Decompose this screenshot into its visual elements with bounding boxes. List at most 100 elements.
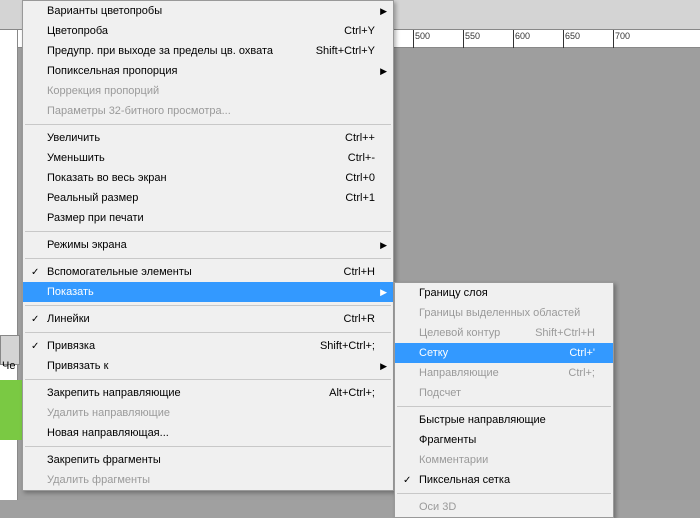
- menu-item-label: Направляющие: [419, 367, 556, 379]
- menu-item[interactable]: Показать во весь экран Ctrl+0: [23, 168, 393, 188]
- menu-item[interactable]: Закрепить направляющие Alt+Ctrl+;: [23, 383, 393, 403]
- menu-item-label: Фрагменты: [419, 434, 595, 446]
- ruler-tick-label: 550: [465, 31, 480, 41]
- ruler-tick: 700: [613, 30, 663, 48]
- ruler-tick-label: 500: [415, 31, 430, 41]
- menu-separator: [25, 379, 391, 380]
- menu-item-label: Реальный размер: [47, 192, 333, 204]
- ruler-tick: 500: [413, 30, 463, 48]
- menu-item-label: Удалить фрагменты: [47, 474, 375, 486]
- menu-item: Коррекция пропорций: [23, 81, 393, 101]
- ruler-tick: 550: [463, 30, 513, 48]
- menu-item[interactable]: Предупр. при выходе за пределы цв. охват…: [23, 41, 393, 61]
- menu-separator: [397, 493, 611, 494]
- menu-item-label: Границы выделенных областей: [419, 307, 595, 319]
- menu-item[interactable]: Режимы экрана ▶: [23, 235, 393, 255]
- menu-item-label: Режимы экрана: [47, 239, 375, 251]
- menu-item[interactable]: Фрагменты: [395, 430, 613, 450]
- menu-shortcut: Ctrl+Y: [344, 25, 375, 37]
- menu-separator: [25, 258, 391, 259]
- menu-item-label: Подсчет: [419, 387, 595, 399]
- menu-item-label: Цветопроба: [47, 25, 332, 37]
- menu-shortcut: Shift+Ctrl+;: [320, 340, 375, 352]
- menu-item[interactable]: Привязать к ▶: [23, 356, 393, 376]
- menu-item-label: Сетку: [419, 347, 557, 359]
- menu-item[interactable]: Цветопроба Ctrl+Y: [23, 21, 393, 41]
- menu-item[interactable]: Новая направляющая...: [23, 423, 393, 443]
- menu-item-label: Комментарии: [419, 454, 595, 466]
- ruler-tick-label: 700: [615, 31, 630, 41]
- menu-separator: [25, 231, 391, 232]
- menu-item-label: Линейки: [47, 313, 332, 325]
- menu-item: Границы выделенных областей: [395, 303, 613, 323]
- menu-item[interactable]: ✓Вспомогательные элементыCtrl+H: [23, 262, 393, 282]
- menu-shortcut: Shift+Ctrl+H: [535, 327, 595, 339]
- menu-shortcut: Ctrl+1: [345, 192, 375, 204]
- menu-item[interactable]: Границу слоя: [395, 283, 613, 303]
- menu-shortcut: Alt+Ctrl+;: [329, 387, 375, 399]
- menu-item-label: Привязать к: [47, 360, 375, 372]
- chevron-right-icon: ▶: [380, 240, 387, 251]
- menu-shortcut: Ctrl++: [345, 132, 375, 144]
- side-label: Че: [2, 360, 15, 372]
- menu-item-label: Оси 3D: [419, 501, 595, 513]
- menu-item[interactable]: Варианты цветопробы ▶: [23, 1, 393, 21]
- menu-item-label: Привязка: [47, 340, 308, 352]
- chevron-right-icon: ▶: [380, 361, 387, 372]
- menu-item: Удалить направляющие: [23, 403, 393, 423]
- show-submenu[interactable]: Границу слоя Границы выделенных областей Ц…: [394, 282, 614, 518]
- menu-item-label: Размер при печати: [47, 212, 375, 224]
- menu-shortcut: Ctrl+R: [344, 313, 375, 325]
- menu-item[interactable]: ✓ Линейки Ctrl+R: [23, 309, 393, 329]
- chevron-right-icon: ▶: [380, 66, 387, 77]
- menu-item-label: Варианты цветопробы: [47, 5, 375, 17]
- check-icon: ✓: [31, 314, 39, 325]
- menu-item-label: Целевой контур: [419, 327, 523, 339]
- menu-item[interactable]: СеткуCtrl+': [395, 343, 613, 363]
- menu-item[interactable]: Увеличить Ctrl++: [23, 128, 393, 148]
- view-menu[interactable]: Варианты цветопробы ▶ Цветопроба Ctrl+Y Пред…: [22, 0, 394, 491]
- menu-separator: [25, 332, 391, 333]
- menu-shortcut: Ctrl+-: [348, 152, 375, 164]
- menu-item[interactable]: Попиксельная пропорция ▶: [23, 61, 393, 81]
- menu-separator: [25, 446, 391, 447]
- menu-item[interactable]: Уменьшить Ctrl+-: [23, 148, 393, 168]
- check-icon: ✓: [31, 267, 39, 278]
- menu-separator: [25, 124, 391, 125]
- chevron-right-icon: ▶: [380, 287, 387, 298]
- menu-shortcut: Ctrl+0: [345, 172, 375, 184]
- menu-item-label: Закрепить фрагменты: [47, 454, 375, 466]
- menu-item-label: Закрепить направляющие: [47, 387, 317, 399]
- menu-item-label: Коррекция пропорций: [47, 85, 375, 97]
- menu-item-label: Увеличить: [47, 132, 333, 144]
- menu-item: Оси 3D: [395, 497, 613, 517]
- menu-item-label: Новая направляющая...: [47, 427, 375, 439]
- check-icon: ✓: [403, 475, 411, 486]
- ruler-tick: 600: [513, 30, 563, 48]
- menu-item-label: Границу слоя: [419, 287, 595, 299]
- check-icon: ✓: [31, 341, 39, 352]
- menu-item[interactable]: ✓ Привязка Shift+Ctrl+;: [23, 336, 393, 356]
- menu-item: Направляющие Ctrl+;: [395, 363, 613, 383]
- menu-item-label: Попиксельная пропорция: [47, 65, 375, 77]
- menu-item-label: Пиксельная сетка: [419, 474, 595, 486]
- menu-item: Удалить фрагменты: [23, 470, 393, 490]
- menu-item: Подсчет: [395, 383, 613, 403]
- menu-item[interactable]: Быстрые направляющие: [395, 410, 613, 430]
- menu-item[interactable]: ✓ Пиксельная сетка: [395, 470, 613, 490]
- menu-item-label: Уменьшить: [47, 152, 336, 164]
- menu-shortcut: Ctrl+;: [568, 367, 595, 379]
- menu-item-label: Параметры 32-битного просмотра...: [47, 105, 375, 117]
- menu-shortcut: Shift+Ctrl+Y: [316, 45, 375, 57]
- menu-separator: [25, 305, 391, 306]
- menu-item[interactable]: Реальный размер Ctrl+1: [23, 188, 393, 208]
- menu-item[interactable]: Закрепить фрагменты: [23, 450, 393, 470]
- ruler-tick-label: 600: [515, 31, 530, 41]
- chevron-right-icon: ▶: [380, 6, 387, 17]
- menu-item[interactable]: Показать ▶: [23, 282, 393, 302]
- menu-separator: [397, 406, 611, 407]
- menu-item-label: Показать: [47, 286, 375, 298]
- menu-item[interactable]: Размер при печати: [23, 208, 393, 228]
- ruler-tick-label: 650: [565, 31, 580, 41]
- menu-item-label: Показать во весь экран: [47, 172, 333, 184]
